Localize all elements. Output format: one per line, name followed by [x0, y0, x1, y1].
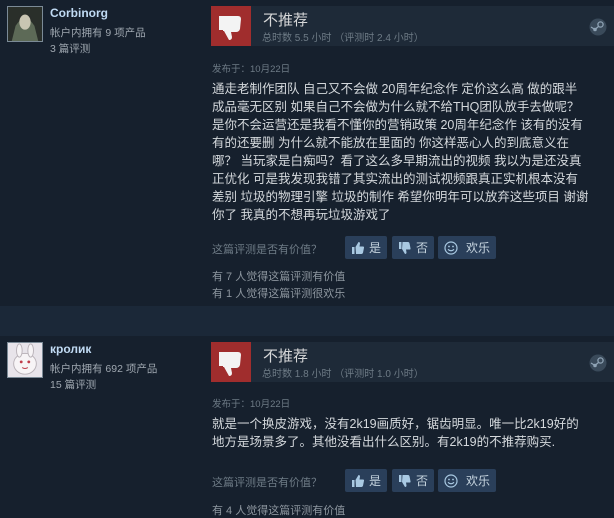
hours-played: 总时数 1.8 小时 （评测时 1.0 小时）	[262, 369, 424, 380]
review-card: кролик 帐户内拥有 692 项产品 15 篇评测 不推荐 总时数 1.8 …	[0, 336, 614, 518]
thumbs-down-icon	[211, 342, 251, 382]
thumbs-up-icon	[352, 241, 365, 254]
vote-funny-label: 欢乐	[466, 474, 491, 488]
vote-no-label: 否	[416, 241, 429, 255]
vote-no-button[interactable]: 否	[392, 236, 435, 259]
smiley-icon	[444, 473, 458, 488]
review-card: Corbinorg 帐户内拥有 9 项产品 3 篇评测 不推荐 总时数 5.5 …	[0, 0, 614, 306]
thumbs-down-icon	[399, 241, 411, 254]
vote-no-label: 否	[416, 474, 429, 488]
vote-yes-label: 是	[369, 241, 382, 255]
products-owned[interactable]: 帐户内拥有 692 项产品	[50, 361, 157, 376]
review-count[interactable]: 15 篇评测	[50, 377, 96, 392]
vote-no-button[interactable]: 否	[392, 469, 435, 492]
verdict-title[interactable]: 不推荐	[263, 345, 308, 366]
posted-date: 发布于：10月22日	[212, 64, 291, 75]
vote-yes-label: 是	[369, 474, 382, 488]
review-count[interactable]: 3 篇评测	[50, 41, 90, 56]
vote-funny-label: 欢乐	[466, 241, 491, 255]
steam-logo-icon	[589, 18, 607, 36]
posted-date: 发布于：10月22日	[212, 399, 291, 410]
verdict-title[interactable]: 不推荐	[263, 9, 308, 30]
helpful-count: 有 4 人觉得这篇评测有价值	[212, 505, 346, 517]
avatar[interactable]	[7, 6, 43, 42]
helpful-count: 有 7 人觉得这篇评测有价值	[212, 271, 346, 283]
thumbs-down-icon	[211, 6, 251, 46]
username[interactable]: Corbinorg	[50, 6, 108, 20]
avatar-image	[8, 343, 42, 377]
funny-count: 有 1 人觉得这篇评测很欢乐	[212, 288, 346, 300]
avatar-image	[8, 7, 42, 41]
vote-yes-button[interactable]: 是	[345, 236, 388, 259]
review-divider	[0, 306, 614, 336]
helpful-question: 这篇评测是否有价值？	[212, 477, 322, 489]
vote-funny-button[interactable]: 欢乐	[438, 236, 497, 259]
hours-played: 总时数 5.5 小时 （评测时 2.4 小时）	[262, 33, 424, 44]
vote-yes-button[interactable]: 是	[345, 469, 388, 492]
steam-logo-icon	[589, 354, 607, 372]
avatar[interactable]	[7, 342, 43, 378]
products-owned[interactable]: 帐户内拥有 9 项产品	[50, 25, 146, 40]
thumbs-down-icon	[399, 474, 411, 487]
username[interactable]: кролик	[50, 342, 91, 356]
vote-funny-button[interactable]: 欢乐	[438, 469, 497, 492]
smiley-icon	[444, 240, 458, 255]
review-body: 就是一个换皮游戏，没有2k19画质好，锯齿明显。唯一比2k19好的 地方是场景多…	[212, 417, 579, 449]
helpful-question: 这篇评测是否有价值？	[212, 244, 322, 256]
thumbs-up-icon	[352, 474, 365, 487]
review-body: 通走老制作团队 自己又不会做 20周年纪念作 定价这么高 做的跟半 成品毫无区别…	[212, 82, 589, 222]
